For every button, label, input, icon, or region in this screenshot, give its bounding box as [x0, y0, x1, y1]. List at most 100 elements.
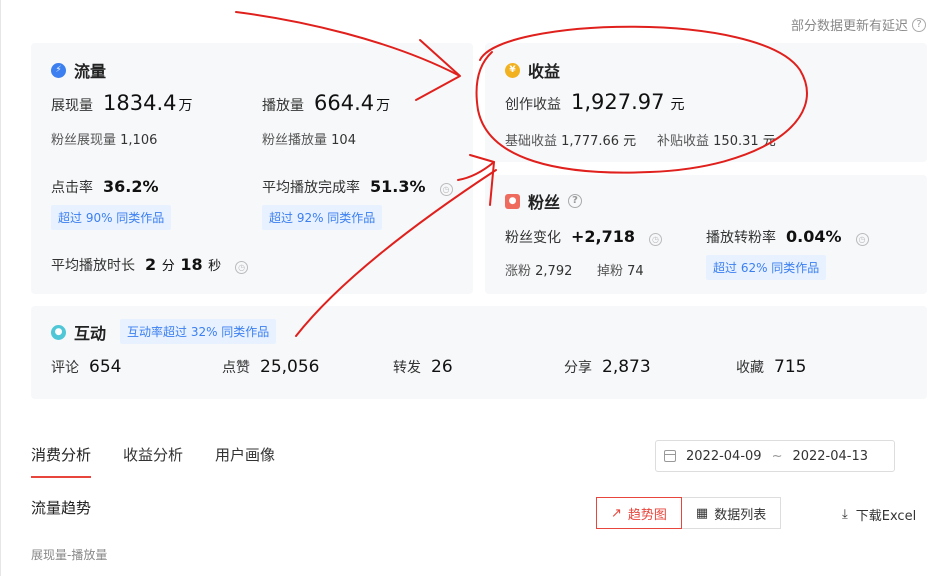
fan-exposure-value: 1,106 [120, 133, 158, 148]
coin-icon: ¥ [505, 62, 520, 78]
calendar-icon [664, 450, 676, 462]
likes-label: 点赞 [222, 360, 250, 376]
fan-plays-label: 粉丝播放量 [262, 133, 328, 148]
creation-revenue-metric: 创作收益 1,927.97 元 [505, 90, 685, 114]
clock-icon[interactable]: ◷ [649, 233, 663, 246]
update-notice-text: 部分数据更新有延迟 [790, 19, 908, 34]
fans-gain-value: 2,792 [535, 264, 573, 279]
shares-label: 分享 [564, 360, 592, 376]
comments-metric: 评论 654 [51, 357, 121, 377]
ctr-metric: 点击率 36.2% [51, 177, 159, 197]
likes-value: 25,056 [260, 357, 320, 377]
duration-min-unit: 分 [161, 259, 175, 274]
help-icon[interactable]: ? [568, 194, 583, 208]
fans-gain: 涨粉 2,792 [505, 260, 572, 279]
revenue-title-text: 收益 [528, 62, 561, 81]
fan-plays: 粉丝播放量 104 [262, 129, 356, 148]
exposure-number: 1834.4 [103, 91, 177, 115]
exposure-value: 1834.4 万 [103, 91, 192, 115]
lightning-icon: ⚡ [51, 62, 66, 78]
fans-title-text: 粉丝 [528, 193, 561, 212]
fans-loss-value: 74 [627, 264, 644, 279]
ctr-label: 点击率 [51, 180, 93, 196]
clock-icon[interactable]: ◷ [439, 183, 453, 196]
interaction-badge: 互动率超过 32% 同类作品 [120, 319, 277, 344]
dashboard-page: 部分数据更新有延迟 ? ⚡ 流量 展现量 1834.4 万 播放量 664.4 万 … [0, 0, 932, 576]
table-icon: ▦ [695, 505, 709, 521]
base-revenue-label: 基础收益 [505, 134, 558, 149]
left-divider [0, 0, 6, 576]
creation-revenue-label: 创作收益 [505, 97, 561, 113]
ctr-value: 36.2% [103, 177, 159, 196]
duration-metric: 平均播放时长 2 分 18 秒 ◷ [51, 255, 249, 275]
exposure-label: 展现量 [51, 98, 93, 114]
tab-revenue[interactable]: 收益分析 [123, 444, 183, 465]
traffic-title: ⚡ 流量 [51, 58, 106, 82]
favorites-value: 715 [774, 357, 807, 377]
clock-icon[interactable]: ◷ [235, 261, 249, 274]
comments-label: 评论 [51, 360, 79, 376]
favorites-metric: 收藏 715 [736, 357, 806, 377]
completion-badge: 超过 92% 同类作品 [262, 205, 383, 230]
favorites-label: 收藏 [736, 360, 764, 376]
clock-icon[interactable]: ◷ [855, 233, 869, 246]
shares-metric: 分享 2,873 [564, 357, 651, 377]
fans-gain-label: 涨粉 [505, 264, 532, 279]
duration-min: 2 [145, 255, 157, 274]
fans-title: ● 粉丝 ? [505, 189, 583, 213]
plays-number: 664.4 [314, 91, 375, 115]
subsidy-revenue-label: 补贴收益 [657, 134, 710, 149]
reposts-label: 转发 [393, 360, 421, 376]
interaction-title-text: 互动 [74, 324, 107, 343]
duration-value: 2 分 18 秒 [145, 255, 221, 274]
update-notice: 部分数据更新有延迟 ? [791, 15, 926, 34]
plays-metric: 播放量 664.4 万 [262, 91, 390, 115]
tab-audience[interactable]: 用户画像 [215, 444, 275, 465]
reposts-value: 26 [431, 357, 453, 377]
fan-plays-value: 104 [331, 133, 356, 148]
revenue-title: ¥ 收益 [505, 58, 560, 82]
fans-change-label: 粉丝变化 [505, 230, 561, 246]
likes-metric: 点赞 25,056 [222, 357, 319, 377]
trend-title: 流量趋势 [31, 499, 92, 517]
completion-label: 平均播放完成率 [262, 180, 360, 196]
help-icon[interactable]: ? [912, 17, 926, 32]
chart-caption: 展现量-播放量 [31, 548, 108, 562]
exposure-metric: 展现量 1834.4 万 [51, 91, 192, 115]
trend-line-icon: ↗ [611, 505, 622, 521]
exposure-unit: 万 [178, 98, 193, 114]
fan-exposure: 粉丝展现量 1,106 [51, 129, 157, 148]
duration-label: 平均播放时长 [51, 258, 135, 274]
view-toggle: ↗ 趋势图 ▦ 数据列表 [596, 497, 782, 529]
plays-unit: 万 [376, 98, 391, 114]
chat-bubble-icon: ● [51, 324, 66, 340]
fans-change-value: +2,718 [571, 227, 636, 246]
conversion-value: 0.04% [786, 227, 842, 246]
date-range-picker[interactable]: 2022-04-09 ~ 2022-04-13 [655, 440, 895, 472]
download-excel-button[interactable]: ⤓ 下载Excel [842, 505, 916, 524]
data-list-label: 数据列表 [714, 507, 767, 523]
trend-chart-button[interactable]: ↗ 趋势图 [596, 497, 682, 529]
subsidy-revenue: 补贴收益 150.31 元 [657, 130, 776, 149]
revenue-card: ¥ 收益 创作收益 1,927.97 元 基础收益 1,777.66 元 补贴收益… [485, 43, 927, 162]
comments-value: 654 [89, 357, 122, 377]
user-icon: ● [505, 193, 520, 209]
subsidy-revenue-value: 150.31 元 [713, 134, 776, 149]
plays-value: 664.4 万 [314, 91, 390, 115]
analysis-tabs: 消费分析 收益分析 用户画像 [31, 444, 275, 478]
duration-sec-unit: 秒 [208, 259, 222, 274]
conversion-label: 播放转粉率 [706, 230, 776, 246]
conversion-badge: 超过 62% 同类作品 [706, 255, 827, 280]
fans-loss: 掉粉 74 [597, 260, 644, 279]
date-separator: ~ [771, 448, 783, 464]
creation-revenue-unit: 元 [670, 97, 685, 113]
download-label: 下载Excel [855, 509, 917, 524]
tab-consumption[interactable]: 消费分析 [31, 444, 92, 478]
date-end[interactable]: 2022-04-13 [792, 449, 868, 464]
shares-value: 2,873 [602, 357, 651, 377]
base-revenue: 基础收益 1,777.66 元 [505, 130, 636, 149]
date-start[interactable]: 2022-04-09 [686, 449, 762, 464]
data-list-button[interactable]: ▦ 数据列表 [681, 497, 782, 529]
fans-change-metric: 粉丝变化 +2,718 ◷ [505, 227, 663, 247]
base-revenue-value: 1,777.66 元 [561, 134, 637, 149]
